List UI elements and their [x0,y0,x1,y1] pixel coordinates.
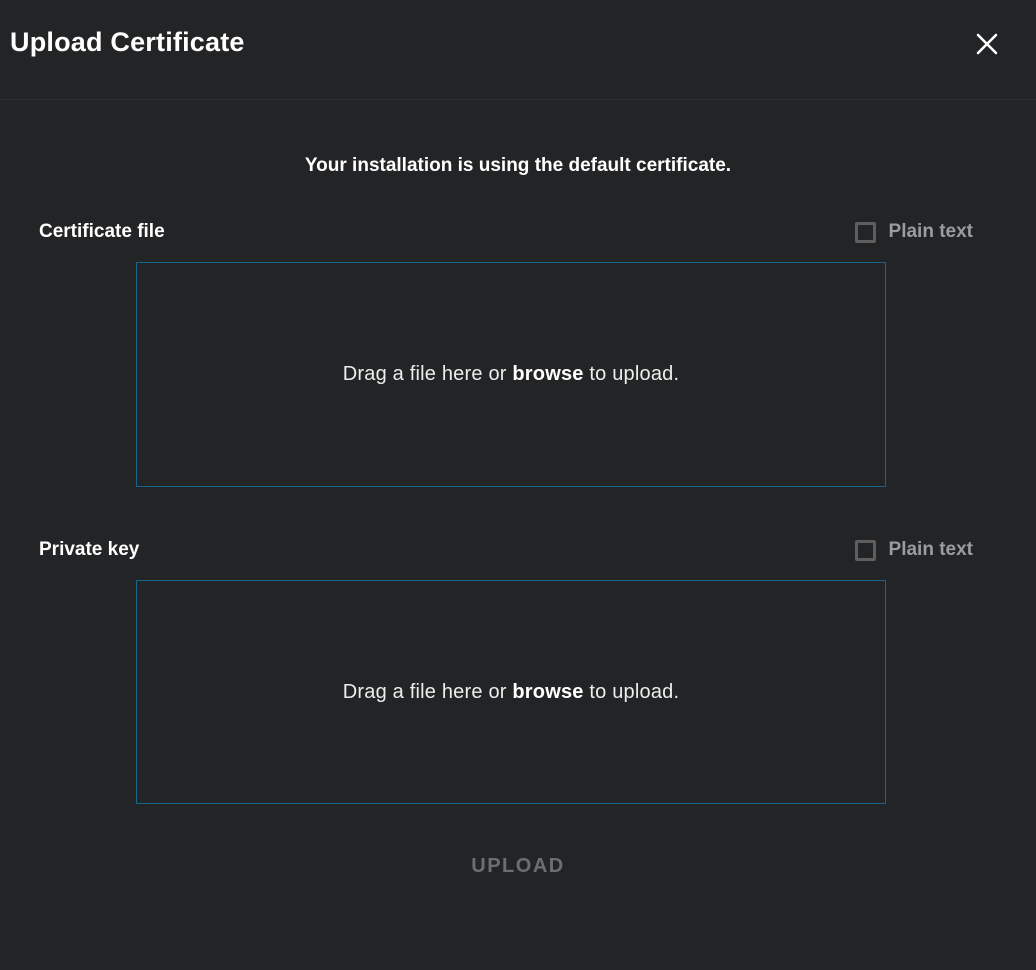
private-key-row: Private key Plain text [39,539,973,561]
drop-text-suffix: to upload. [584,363,680,385]
private-key-plain-text-label: Plain text [889,539,973,561]
drop-text-prefix: Drag a file here or [343,681,513,703]
close-button[interactable] [972,29,1002,59]
upload-button[interactable]: UPLOAD [471,855,564,878]
certificate-file-row: Certificate file Plain text [39,221,973,243]
private-key-plain-text-toggle[interactable]: Plain text [855,539,973,561]
upload-certificate-dialog: Upload Certificate Your installation is … [0,0,1036,970]
certificate-browse-link[interactable]: browse [512,363,583,385]
dialog-header: Upload Certificate [0,0,1036,100]
private-key-dropzone-text: Drag a file here or browse to upload. [343,681,679,704]
certificate-plain-text-label: Plain text [889,221,973,243]
private-key-plain-text-checkbox[interactable] [855,540,876,561]
private-key-dropzone[interactable]: Drag a file here or browse to upload. [136,580,886,804]
certificate-dropzone-text: Drag a file here or browse to upload. [343,363,679,386]
private-key-label: Private key [39,539,139,561]
certificate-file-label: Certificate file [39,221,165,243]
close-icon [976,33,998,55]
certificate-file-dropzone[interactable]: Drag a file here or browse to upload. [136,262,886,487]
dialog-title: Upload Certificate [10,27,1026,58]
drop-text-suffix: to upload. [584,681,680,703]
private-key-browse-link[interactable]: browse [512,681,583,703]
drop-text-prefix: Drag a file here or [343,363,513,385]
default-certificate-notice: Your installation is using the default c… [0,155,1036,177]
dialog-footer: UPLOAD [0,855,1036,878]
certificate-plain-text-toggle[interactable]: Plain text [855,221,973,243]
certificate-plain-text-checkbox[interactable] [855,222,876,243]
